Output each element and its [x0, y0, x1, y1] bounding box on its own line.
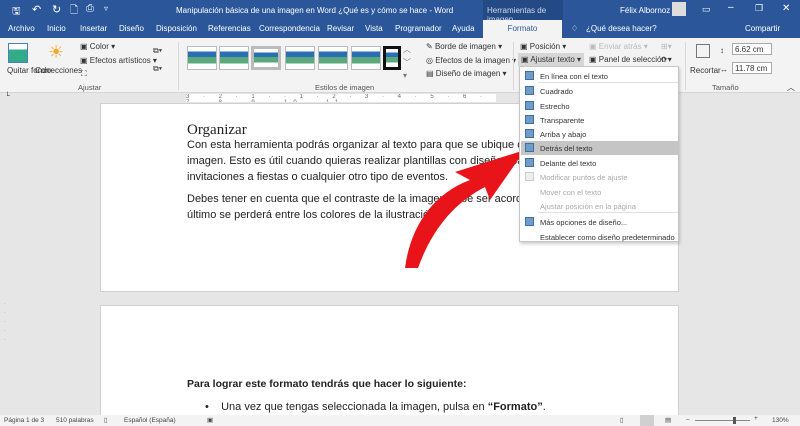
menu-item[interactable]: Establecer como diseño predeterminado: [521, 230, 678, 244]
web-layout-icon[interactable]: ▤: [665, 416, 671, 424]
menu-divider: [538, 82, 678, 83]
menu-item-label: Detrás del texto: [540, 144, 593, 153]
menu-item[interactable]: Más opciones de diseño...: [521, 215, 678, 229]
zoom-out-button[interactable]: –: [686, 416, 690, 423]
menu-item-label: Cuadrado: [540, 87, 573, 96]
menu-item[interactable]: Cuadrado: [521, 84, 678, 98]
wrap-option-icon: [525, 115, 534, 124]
wrap-option-icon: [525, 158, 534, 167]
proofing-icon[interactable]: ▯: [104, 416, 108, 424]
wrap-option-icon: [525, 217, 534, 226]
wrap-option-icon: [525, 86, 534, 95]
zoom-slider-thumb[interactable]: [733, 417, 736, 424]
zoom-in-button[interactable]: +: [754, 415, 758, 422]
red-arrow: [405, 150, 525, 268]
menu-item[interactable]: Estrecho: [521, 99, 678, 113]
menu-item[interactable]: Delante del texto: [521, 156, 678, 170]
print-layout-icon[interactable]: [640, 415, 654, 426]
menu-item-label: Delante del texto: [540, 159, 597, 168]
menu-item-label: Establecer como diseño predeterminado: [540, 233, 675, 242]
menu-item[interactable]: En línea con el texto: [521, 69, 678, 83]
wrap-option-icon: [525, 172, 534, 181]
menu-item[interactable]: Detrás del texto: [521, 141, 678, 155]
menu-item-label: Arriba y abajo: [540, 130, 587, 139]
menu-divider: [538, 212, 678, 213]
wrap-option-icon: [525, 101, 534, 110]
menu-item-label: Más opciones de diseño...: [540, 218, 628, 227]
menu-item: Modificar puntos de ajuste: [521, 170, 678, 184]
page-count[interactable]: Página 1 de 3: [4, 417, 44, 424]
menu-item-label: Estrecho: [540, 102, 570, 111]
read-mode-icon[interactable]: ▯: [620, 416, 624, 424]
menu-item-label: Modificar puntos de ajuste: [540, 173, 628, 182]
macro-icon[interactable]: ▣: [207, 416, 213, 424]
ajustar-texto-menu: En línea con el texto Cuadrado Estrecho Tra…: [519, 66, 679, 242]
wrap-option-icon: [525, 143, 534, 152]
menu-item-label: Mover con el texto: [540, 188, 602, 197]
zoom-slider[interactable]: [695, 420, 750, 421]
menu-item: Mover con el texto: [521, 185, 678, 199]
menu-item[interactable]: Transparente: [521, 113, 678, 127]
menu-item[interactable]: Arriba y abajo: [521, 127, 678, 141]
language[interactable]: Español (España): [124, 417, 176, 424]
menu-item-label: En línea con el texto: [540, 72, 608, 81]
word-count[interactable]: 510 palabras: [56, 417, 94, 424]
wrap-option-icon: [525, 71, 534, 80]
menu-item: Ajustar posición en la página: [521, 199, 678, 213]
red-arrow-annotation: [405, 150, 525, 268]
menu-item-label: Transparente: [540, 116, 585, 125]
status-bar: Página 1 de 3 510 palabras ▯ Español (Es…: [0, 415, 800, 426]
zoom-level[interactable]: 130%: [772, 417, 789, 424]
menu-item-label: Ajustar posición en la página: [540, 202, 636, 211]
wrap-option-icon: [525, 129, 534, 138]
